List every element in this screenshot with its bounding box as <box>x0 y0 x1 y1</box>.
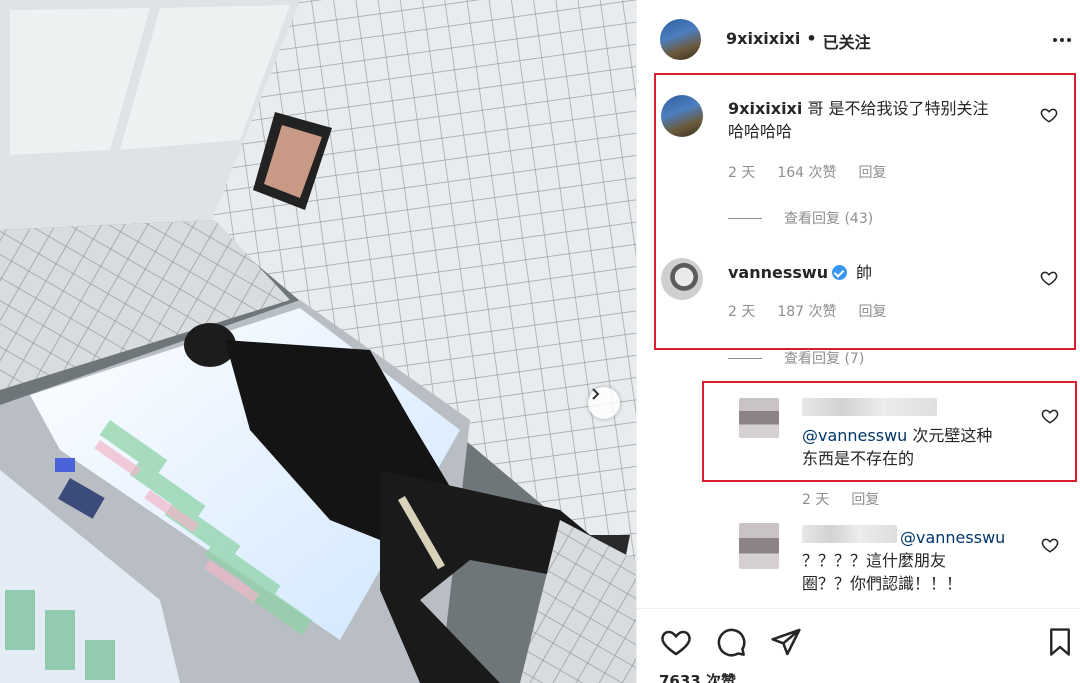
view-replies-label: 查看回复 (7) <box>784 351 865 367</box>
post-photo[interactable] <box>0 0 636 683</box>
reply-body: @vannesswu ？？？？這什麼朋友 圈？？你們認識！！！ <box>802 526 1052 595</box>
bookmark-icon[interactable] <box>1045 626 1075 662</box>
replies-divider <box>728 357 762 359</box>
reply-time: 2 天 <box>802 492 830 508</box>
instagram-post-view: 9xixixixi • 已关注 9xixixixi 哥 是不给我设了特别关注 哈… <box>0 0 1080 683</box>
reply-text-line2: 圈？？你們認識！！！ <box>802 574 963 593</box>
photo-scene <box>0 0 636 683</box>
send-icon[interactable] <box>769 626 803 662</box>
header-separator: • <box>806 29 817 48</box>
highlight-box <box>654 73 1076 350</box>
more-horizontal-icon[interactable] <box>1051 30 1073 50</box>
next-photo-button[interactable] <box>588 387 620 419</box>
reply-meta: 2 天 回复 <box>802 489 879 509</box>
comment-icon[interactable] <box>714 626 748 662</box>
author-username[interactable]: 9xixixixi <box>726 29 800 53</box>
reply-heart-icon[interactable] <box>1041 536 1061 556</box>
view-replies-button[interactable]: 查看回复 (7) <box>728 348 864 368</box>
actions-divider <box>637 608 1080 609</box>
reply-mention[interactable]: @vannesswu <box>900 528 1005 547</box>
post-sidebar: 9xixixixi • 已关注 9xixixixi 哥 是不给我设了特别关注 哈… <box>636 0 1080 683</box>
follow-status[interactable]: 已关注 <box>823 29 871 53</box>
reply-reply-button[interactable]: 回复 <box>851 489 879 509</box>
reply-text-line1: ？？？？這什麼朋友 <box>802 551 947 570</box>
reply-avatar[interactable] <box>739 523 779 569</box>
heart-icon[interactable] <box>659 626 693 662</box>
author-avatar[interactable] <box>660 19 701 60</box>
post-header: 9xixixixi • 已关注 <box>726 29 871 53</box>
highlight-box <box>702 381 1077 482</box>
chevron-right-icon <box>592 388 600 400</box>
likes-count[interactable]: 7633 次赞 <box>659 670 736 683</box>
